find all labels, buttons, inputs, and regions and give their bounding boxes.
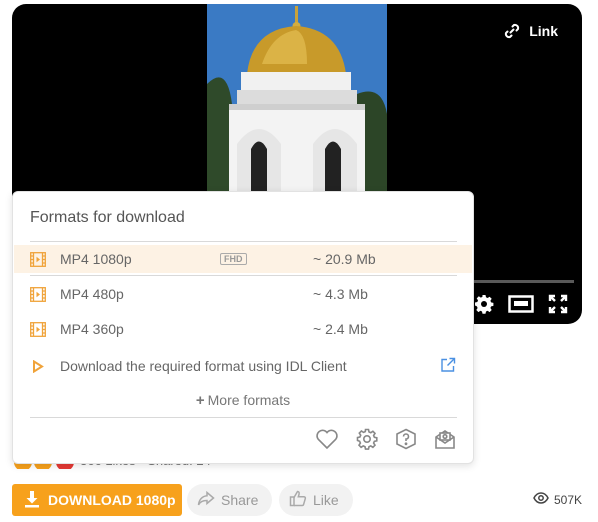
heart-icon[interactable] bbox=[315, 428, 339, 450]
format-row-1080p[interactable]: MP4 1080p FHD ~ 20.9 Mb bbox=[14, 245, 472, 273]
views-count: 507K bbox=[553, 492, 582, 507]
dropdown-title: Formats for download bbox=[30, 209, 185, 226]
format-row-480p[interactable]: MP4 480p ~ 4.3 Mb bbox=[14, 280, 472, 308]
more-formats-button[interactable]: + More formats bbox=[13, 392, 473, 409]
divider bbox=[30, 417, 457, 418]
progress-bar[interactable] bbox=[472, 280, 574, 283]
share-arrow-icon bbox=[197, 490, 215, 510]
plus-icon: + bbox=[195, 392, 205, 409]
like-label: Like bbox=[313, 492, 339, 508]
divider bbox=[30, 275, 457, 276]
more-formats-label: More formats bbox=[207, 392, 291, 408]
mail-icon[interactable] bbox=[434, 428, 456, 450]
format-size: ~ 2.4 Mb bbox=[313, 321, 368, 337]
idl-client-row[interactable]: Download the required format using IDL C… bbox=[14, 352, 472, 380]
format-name: MP4 360p bbox=[60, 321, 124, 337]
format-name: MP4 480p bbox=[60, 286, 124, 302]
fhd-badge: FHD bbox=[220, 253, 247, 265]
formats-dropdown: Formats for download MP4 1080p FHD ~ 20.… bbox=[12, 191, 474, 464]
idl-client-text: Download the required format using IDL C… bbox=[60, 358, 347, 374]
like-button[interactable]: Like bbox=[279, 484, 353, 516]
format-size: ~ 4.3 Mb bbox=[313, 286, 368, 302]
help-icon[interactable] bbox=[395, 428, 417, 450]
video-file-icon bbox=[30, 287, 46, 305]
share-button[interactable]: Share bbox=[187, 484, 273, 516]
settings-gear-icon[interactable] bbox=[474, 294, 494, 314]
format-size: ~ 20.9 Mb bbox=[313, 251, 376, 267]
external-link-icon[interactable] bbox=[440, 357, 456, 376]
thumbs-up-icon bbox=[289, 490, 307, 510]
link-icon bbox=[503, 22, 521, 40]
play-arrow-icon bbox=[32, 359, 44, 376]
format-name: MP4 1080p bbox=[60, 251, 132, 267]
divider bbox=[30, 241, 457, 242]
video-file-icon bbox=[30, 322, 46, 340]
eye-icon bbox=[533, 492, 549, 507]
format-row-360p[interactable]: MP4 360p ~ 2.4 Mb bbox=[14, 315, 472, 343]
download-button[interactable]: DOWNLOAD 1080p bbox=[12, 484, 182, 516]
link-label: Link bbox=[529, 23, 558, 39]
download-icon bbox=[12, 490, 48, 511]
miniplayer-icon[interactable] bbox=[508, 295, 534, 313]
share-label: Share bbox=[221, 492, 259, 508]
views-counter: 507K bbox=[533, 492, 582, 507]
video-file-icon bbox=[30, 252, 46, 270]
gear-icon[interactable] bbox=[356, 428, 378, 450]
fullscreen-icon[interactable] bbox=[548, 294, 568, 314]
link-button[interactable]: Link bbox=[503, 22, 558, 40]
dropdown-toolbar bbox=[315, 428, 456, 450]
download-label: DOWNLOAD 1080p bbox=[48, 492, 176, 508]
